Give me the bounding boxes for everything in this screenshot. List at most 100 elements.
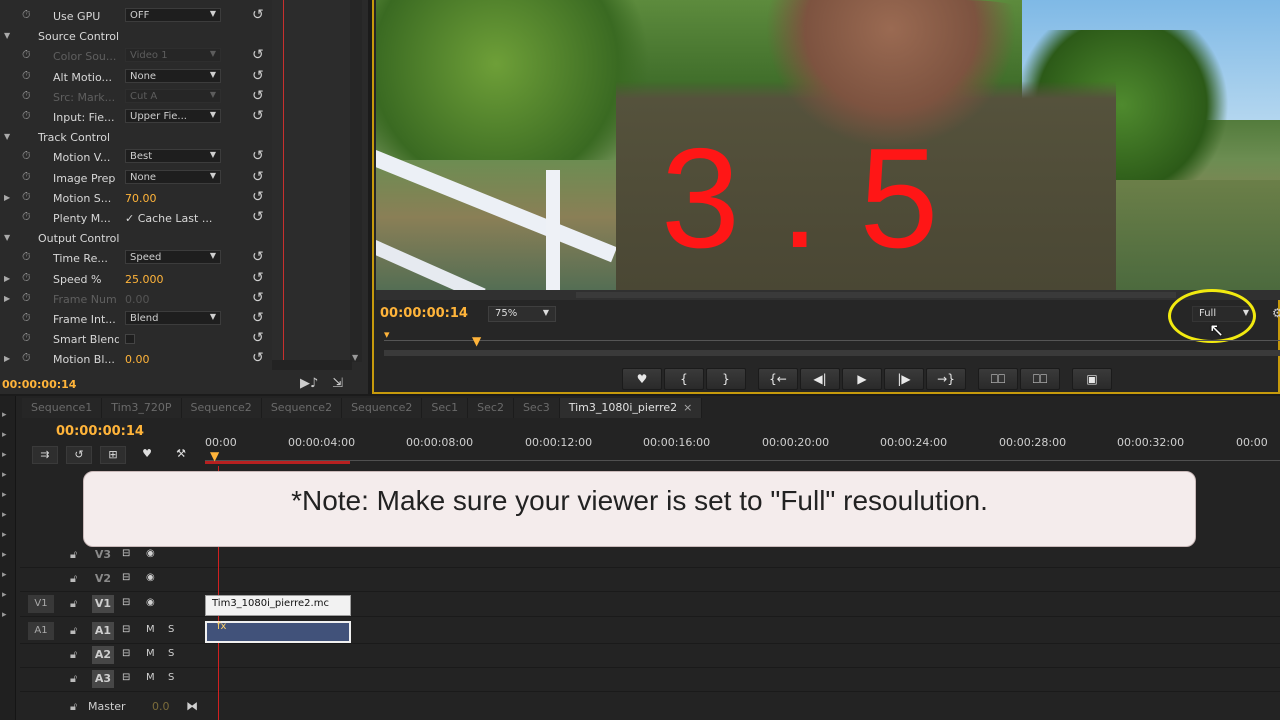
stopwatch-icon[interactable]: ⏱ — [22, 69, 34, 82]
mute-button[interactable]: M — [146, 624, 155, 635]
effect-row[interactable]: ⏱ Image Prep None ▼ ↺ — [0, 168, 362, 188]
effect-row[interactable]: ▶ ⏱ Motion Bl... 0.00 ↺ — [0, 349, 362, 369]
stopwatch-icon[interactable]: ⏱ — [22, 352, 34, 364]
linked-selection-icon[interactable]: ↺ — [66, 446, 92, 464]
tab-sequence2-a[interactable]: Sequence2 — [181, 398, 262, 418]
monitor-playhead-icon[interactable]: ▼ — [472, 334, 481, 348]
track-name[interactable]: V2 — [92, 570, 114, 588]
selection-tool-icon[interactable]: ▸ — [2, 410, 12, 420]
stopwatch-icon[interactable]: ⏱ — [22, 271, 34, 284]
sync-lock-icon[interactable]: ⊟ — [122, 624, 130, 635]
lock-icon[interactable]: 🔓︎ — [70, 597, 77, 611]
expand-triangle-icon[interactable]: ▶ — [4, 274, 10, 283]
stopwatch-icon[interactable]: ⏱ — [22, 170, 34, 183]
effect-row[interactable]: ⏱ Src: Mark... Cut A ▼ ↺ — [0, 87, 362, 107]
mark-in-button[interactable]: { — [664, 368, 704, 390]
tab-sequence2-b[interactable]: Sequence2 — [261, 398, 343, 418]
stopwatch-icon[interactable]: ⏱ — [22, 150, 34, 162]
effect-row-dropdown[interactable]: OFF ▼ — [125, 8, 221, 22]
stopwatch-icon[interactable]: ⏱ — [22, 89, 34, 102]
effect-row-dropdown[interactable]: Blend ▼ — [125, 311, 221, 325]
work-area-bar[interactable] — [205, 461, 350, 464]
master-volume-value[interactable]: 0.0 — [152, 700, 170, 713]
solo-button[interactable]: S — [168, 648, 174, 659]
reset-icon[interactable]: ↺ — [252, 331, 264, 345]
tab-sequence1[interactable]: Sequence1 — [22, 398, 103, 418]
expand-triangle-icon[interactable]: ▶ — [4, 193, 10, 202]
reset-icon[interactable]: ↺ — [252, 48, 264, 62]
play-audio-icon[interactable]: ▶♪ — [300, 376, 318, 391]
rate-stretch-tool-icon[interactable]: ▸ — [2, 490, 12, 500]
reset-icon[interactable]: ↺ — [252, 291, 264, 305]
lock-icon[interactable]: 🔓︎ — [70, 648, 77, 662]
effect-row-dropdown[interactable]: Speed ▼ — [125, 250, 221, 265]
lock-icon[interactable]: 🔓︎ — [70, 572, 77, 586]
audio-clip[interactable]: fx — [205, 621, 351, 643]
solo-button[interactable]: S — [168, 624, 174, 635]
stopwatch-icon[interactable]: ⏱ — [22, 190, 34, 203]
lock-icon[interactable]: 🔓︎ — [70, 700, 77, 714]
ripple-tool-icon[interactable]: ▸ — [2, 450, 12, 460]
stopwatch-icon[interactable]: ⏱ — [22, 9, 34, 21]
track-name[interactable]: A3 — [92, 670, 114, 688]
extract-button[interactable]: ⎕⎕ — [1020, 368, 1060, 390]
sync-lock-icon[interactable]: ⊟ — [122, 572, 130, 583]
mute-button[interactable]: M — [146, 648, 155, 659]
master-expand-icon[interactable]: ⧓ — [186, 699, 198, 713]
effect-row[interactable]: ▼ Source Control — [0, 26, 362, 46]
go-to-in-button[interactable]: {← — [758, 368, 798, 390]
effect-row[interactable]: ⏱ Plenty M... ✓ Cache Last ... ↺ — [0, 208, 362, 228]
collapse-triangle-icon[interactable]: ▼ — [4, 233, 10, 242]
pen-tool-icon[interactable]: ▸ — [2, 570, 12, 580]
reset-icon[interactable]: ↺ — [252, 89, 264, 103]
effect-row-dropdown[interactable]: Upper Fie... ▼ — [125, 109, 221, 123]
export-frame-button[interactable]: ▣ — [1072, 368, 1112, 390]
snap-icon[interactable]: ⇉ — [32, 446, 58, 464]
reset-icon[interactable]: ↺ — [252, 351, 264, 365]
add-marker-button[interactable]: ♥ — [622, 368, 662, 390]
lock-icon[interactable]: 🔓︎ — [70, 672, 77, 686]
rolling-tool-icon[interactable]: ▸ — [2, 470, 12, 480]
effect-row[interactable]: ▼ Output Control — [0, 228, 362, 248]
source-patch-a1[interactable]: A1 — [28, 622, 54, 640]
wrench-icon[interactable]: ⚙ — [1272, 306, 1280, 320]
sequence-markers-icon[interactable]: ⊞ — [100, 446, 126, 464]
effect-row[interactable]: ▶ ⏱ Speed % 25.000 ↺ — [0, 269, 362, 289]
stopwatch-icon[interactable]: ⏱ — [22, 110, 34, 122]
export-icon[interactable]: ⇲ — [332, 376, 343, 391]
sync-lock-icon[interactable]: ⊟ — [122, 672, 130, 683]
effect-row-value[interactable]: 70.00 — [125, 192, 157, 205]
hand-tool-icon[interactable]: ▸ — [2, 590, 12, 600]
effect-row[interactable]: ⏱ Alt Motio... None ▼ ↺ — [0, 67, 362, 87]
effect-row-dropdown[interactable]: Video 1 ▼ — [125, 48, 221, 63]
lock-icon[interactable]: 🔓︎ — [70, 624, 77, 638]
lift-button[interactable]: ⎕⎕ — [978, 368, 1018, 390]
effect-row[interactable]: ⏱ Frame Int... Blend ▼ ↺ — [0, 309, 362, 329]
sync-lock-icon[interactable]: ⊟ — [122, 597, 130, 608]
effect-row-dropdown[interactable]: None ▼ — [125, 169, 221, 184]
effect-controls-timecode[interactable]: 00:00:00:14 — [2, 378, 76, 391]
tab-tim3-1080i-pierre2[interactable]: Tim3_1080i_pierre2 × — [559, 398, 703, 418]
reset-icon[interactable]: ↺ — [252, 250, 264, 264]
tab-sec3[interactable]: Sec3 — [513, 398, 560, 418]
add-marker-icon[interactable]: ♥ — [134, 446, 160, 464]
lock-icon[interactable]: 🔓︎ — [70, 548, 77, 562]
tab-tim3-720p[interactable]: Tim3_720P — [102, 398, 182, 418]
stopwatch-icon[interactable]: ⏱ — [22, 211, 34, 223]
track-select-tool-icon[interactable]: ▸ — [2, 430, 12, 440]
effect-row-checkbox[interactable] — [125, 334, 135, 345]
monitor-time-ruler[interactable]: ▾ ▼ — [384, 328, 1280, 356]
step-back-button[interactable]: ◀| — [800, 368, 840, 390]
effect-row-value[interactable]: 0.00 — [125, 353, 150, 366]
effect-row[interactable]: ▼ Track Control — [0, 127, 362, 147]
reset-icon[interactable]: ↺ — [252, 190, 264, 204]
reset-icon[interactable]: ↺ — [252, 271, 264, 285]
effect-row[interactable]: ⏱ Color Sou... Video 1 ▼ ↺ — [0, 46, 362, 66]
effect-row-checkbox[interactable]: ✓ Cache Last ... — [125, 212, 212, 225]
reset-icon[interactable]: ↺ — [252, 8, 264, 22]
effect-row[interactable]: ⏱ Smart Blend ↺ — [0, 329, 362, 349]
stopwatch-icon[interactable]: ⏱ — [22, 332, 34, 344]
tab-sequence2-c[interactable]: Sequence2 — [342, 398, 423, 418]
mute-button[interactable]: M — [146, 672, 155, 683]
stopwatch-icon[interactable]: ⏱ — [22, 291, 34, 304]
